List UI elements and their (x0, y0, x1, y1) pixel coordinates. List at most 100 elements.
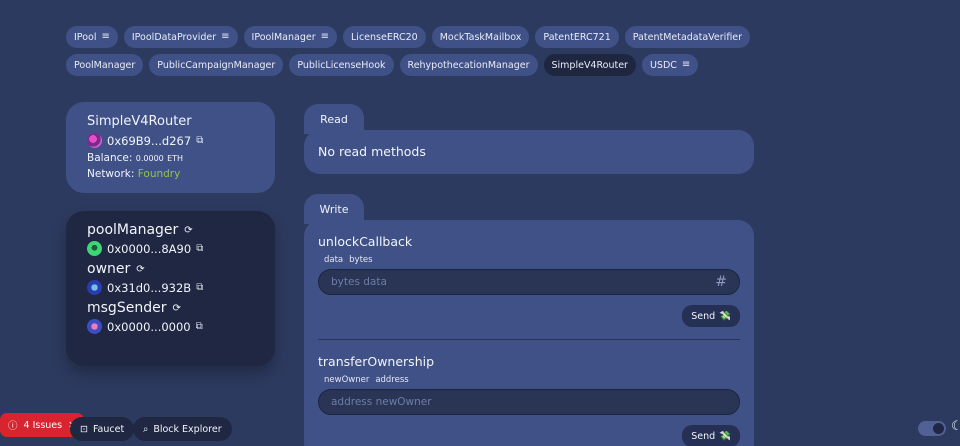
refresh-icon[interactable]: ⟳ (136, 264, 144, 275)
variable-label: msgSender (87, 300, 167, 316)
tab-simplev4router[interactable]: SimpleV4Router (543, 54, 636, 76)
contract-address[interactable]: 0x69B9...d267 (107, 134, 191, 148)
tab-label: PatentERC721 (543, 31, 611, 43)
variable-name: owner ⟳ (87, 261, 254, 277)
tab-poolmanager[interactable]: PoolManager (66, 54, 144, 76)
param-name: data (324, 255, 344, 265)
tab-label: IPoolManager (251, 31, 316, 43)
variable-label: owner (87, 261, 131, 277)
tab-ipoolmanager[interactable]: IPoolManager ≡ (243, 26, 338, 48)
contract-address-row: 0x69B9...d267 ⧉ (87, 133, 254, 148)
tab-label: IPoolDataProvider (131, 31, 217, 43)
tab-ipooldataprovider[interactable]: IPoolDataProvider ≡ (123, 26, 238, 48)
contract-tabs: IPool ≡ IPoolDataProvider ≡ IPoolManager ≡ Lic… (66, 26, 826, 76)
send-button[interactable]: Send 💸 (682, 305, 740, 327)
balance-unit: ETH (167, 154, 184, 163)
hash-icon[interactable]: # (715, 274, 727, 290)
send-row: Send 💸 (318, 425, 740, 446)
contract-variables-card: poolManager ⟳ 0x0000...8A90 ⧉ owner ⟳ 0x… (66, 211, 275, 366)
address-blockie-avatar (87, 319, 102, 334)
contract-info-card: SimpleV4Router 0x69B9...d267 ⧉ Balance: … (66, 102, 275, 193)
param-type: address (375, 375, 409, 385)
tab-label: MockTaskMailbox (439, 31, 522, 43)
variable-address-row: 0x0000...8A90 ⧉ (87, 241, 254, 256)
error-icon: ⓘ (8, 421, 18, 432)
copy-icon[interactable]: ⧉ (196, 135, 203, 146)
variable-address[interactable]: 0x31d0...932B (107, 281, 191, 295)
read-panel: No read methods (304, 130, 754, 174)
tab-label: RehypothecationManager (407, 59, 530, 71)
list-add-icon: ≡ (320, 31, 330, 42)
bytes-data-input[interactable]: bytes data # (318, 269, 740, 295)
variable-name: msgSender ⟳ (87, 300, 254, 316)
write-panel: unlockCallback data bytes bytes data # Se… (304, 220, 754, 446)
copy-icon[interactable]: ⧉ (196, 243, 203, 254)
copy-icon[interactable]: ⧉ (196, 321, 203, 332)
address-new-owner-input[interactable]: address newOwner (318, 389, 740, 415)
refresh-icon[interactable]: ⟳ (172, 303, 180, 314)
send-row: Send 💸 (318, 305, 740, 327)
toggle-knob (933, 423, 944, 434)
tab-mocktaskmailbox[interactable]: MockTaskMailbox (431, 26, 530, 48)
tab-publiccampaignmanager[interactable]: PublicCampaignManager (149, 54, 284, 76)
refresh-icon[interactable]: ⟳ (184, 225, 192, 236)
method-unlock-callback: unlockCallback data bytes bytes data # Se… (318, 234, 740, 327)
tab-licenseerc20[interactable]: LicenseERC20 (343, 26, 426, 48)
tab-label: PublicLicenseHook (297, 59, 386, 71)
network-row: Network: Foundry (87, 168, 254, 180)
input-placeholder: address newOwner (331, 396, 432, 408)
tab-rehypothecationmanager[interactable]: RehypothecationManager (399, 54, 538, 76)
tab-label: PublicCampaignManager (157, 59, 276, 71)
tab-label: SimpleV4Router (551, 59, 628, 71)
faucet-label: Faucet (92, 423, 125, 435)
issues-label: 4 Issues (23, 419, 63, 431)
faucet-icon: ⊡ (80, 423, 88, 435)
tab-usdc[interactable]: USDC ≡ (641, 54, 699, 76)
tab-label: PoolManager (74, 59, 136, 71)
method-transfer-ownership: transferOwnership newOwner address addres… (318, 354, 740, 446)
tab-label: PatentMetadataVerifier (632, 31, 743, 43)
variable-name: poolManager ⟳ (87, 222, 254, 238)
balance-label: Balance: (87, 152, 133, 164)
theme-toggle[interactable] (918, 421, 946, 436)
list-add-icon: ≡ (681, 59, 691, 70)
method-name: unlockCallback (318, 234, 413, 249)
tab-ipool[interactable]: IPool ≡ (66, 26, 118, 48)
tab-label: USDC (649, 59, 677, 71)
send-label: Send (691, 310, 716, 322)
faucet-button[interactable]: ⊡ Faucet (70, 417, 135, 441)
tab-label: LicenseERC20 (351, 31, 418, 43)
moon-icon: ☾ (951, 419, 960, 434)
param-name: newOwner (324, 375, 370, 385)
list-add-icon: ≡ (101, 31, 110, 42)
contract-blockie-avatar (87, 133, 102, 148)
balance-row: Balance: 0.0000 ETH (87, 152, 254, 164)
list-add-icon: ≡ (221, 31, 230, 42)
variable-msg-sender: msgSender ⟳ 0x0000...0000 ⧉ (87, 300, 254, 334)
tab-label: IPool (74, 31, 97, 43)
money-icon: 💸 (719, 430, 731, 442)
tab-patentmetadataverifier[interactable]: PatentMetadataVerifier (624, 26, 751, 48)
param-label: newOwner address (324, 375, 740, 385)
variable-address-row: 0x31d0...932B ⧉ (87, 280, 254, 295)
variable-owner: owner ⟳ 0x31d0...932B ⧉ (87, 261, 254, 295)
network-label: Network: (87, 168, 135, 180)
variable-address[interactable]: 0x0000...0000 (107, 320, 191, 334)
search-icon: ⌕ (143, 423, 149, 435)
balance-value: 0.0000 (135, 154, 164, 163)
tab-publiclicensehook[interactable]: PublicLicenseHook (289, 54, 394, 76)
address-blockie-avatar (87, 280, 102, 295)
send-button[interactable]: Send 💸 (682, 425, 740, 446)
variable-label: poolManager (87, 222, 179, 238)
input-placeholder: bytes data (331, 276, 387, 288)
param-type: bytes (349, 255, 373, 265)
variable-address-row: 0x0000...0000 ⧉ (87, 319, 254, 334)
copy-icon[interactable]: ⧉ (196, 282, 203, 293)
variable-address[interactable]: 0x0000...8A90 (107, 242, 191, 256)
variable-pool-manager: poolManager ⟳ 0x0000...8A90 ⧉ (87, 222, 254, 256)
money-icon: 💸 (719, 310, 731, 322)
read-empty-text: No read methods (318, 144, 426, 159)
block-explorer-button[interactable]: ⌕ Block Explorer (133, 417, 232, 441)
tab-patenterc721[interactable]: PatentERC721 (535, 26, 619, 48)
method-divider (318, 339, 740, 340)
